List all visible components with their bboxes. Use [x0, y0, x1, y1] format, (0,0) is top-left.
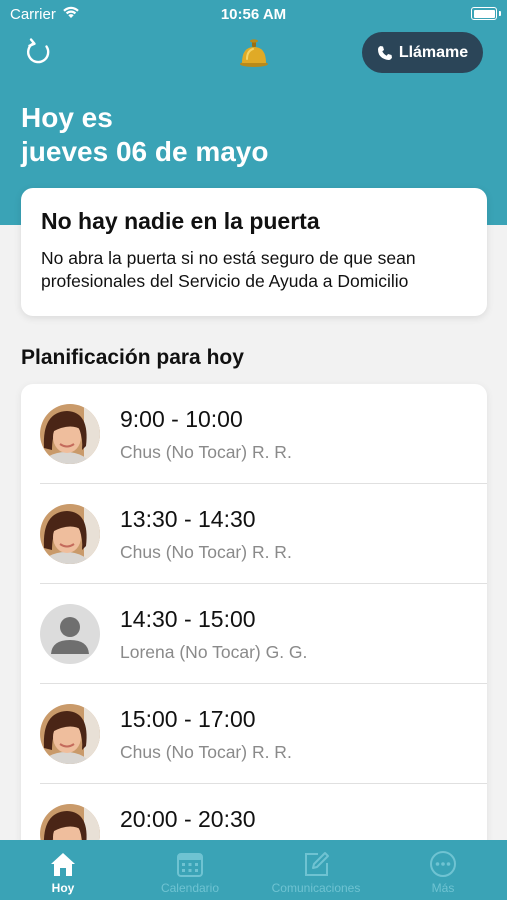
schedule-list: 9:00 - 10:00 Chus (No Tocar) R. R. 13:30… — [21, 384, 487, 854]
schedule-item[interactable]: 13:30 - 14:30 Chus (No Tocar) R. R. — [40, 484, 487, 584]
visit-time: 13:30 - 14:30 — [120, 506, 256, 532]
schedule-item[interactable]: 14:30 - 15:00 Lorena (No Tocar) G. G. — [40, 584, 487, 684]
door-status-card: No hay nadie en la puerta No abra la pue… — [21, 188, 487, 316]
tab-label: Hoy — [51, 881, 75, 895]
tab-bar: Hoy Calendario Comunicaciones Más — [0, 840, 507, 900]
caregiver-name: Chus (No Tocar) R. R. — [120, 442, 292, 462]
more-icon — [430, 851, 456, 877]
schedule-item[interactable]: 15:00 - 17:00 Chus (No Tocar) R. R. — [40, 684, 487, 784]
visit-time: 14:30 - 15:00 — [120, 606, 256, 632]
tab-hoy[interactable]: Hoy — [0, 840, 126, 900]
battery-icon — [471, 7, 501, 20]
tab-calendario[interactable]: Calendario — [127, 840, 253, 900]
caregiver-avatar — [40, 504, 100, 564]
bell-icon[interactable] — [238, 38, 270, 68]
caregiver-name: Chus (No Tocar) R. R. — [120, 742, 292, 762]
caregiver-name: Lorena (No Tocar) G. G. — [120, 642, 308, 662]
phone-icon — [377, 45, 392, 60]
default-avatar-icon — [40, 604, 100, 664]
call-me-label: Llámame — [398, 43, 469, 61]
visit-time: 9:00 - 10:00 — [120, 406, 243, 432]
date-line: jueves 06 de mayo — [21, 136, 269, 167]
caregiver-avatar — [40, 704, 100, 764]
call-me-button[interactable]: Llámame — [362, 32, 483, 73]
visit-time: 15:00 - 17:00 — [120, 706, 256, 732]
date-greeting: Hoy es jueves 06 de mayo — [21, 101, 268, 169]
visit-time: 20:00 - 20:30 — [120, 806, 256, 832]
caregiver-avatar — [40, 404, 100, 464]
caregiver-name: Chus (No Tocar) R. R. — [120, 542, 292, 562]
schedule-title: Planificación para hoy — [21, 346, 244, 369]
calendar-icon — [177, 853, 203, 877]
clock: 10:56 AM — [220, 6, 287, 23]
compose-icon — [305, 852, 329, 876]
status-bar: Carrier 10:56 AM — [0, 0, 507, 30]
tab-label: Comunicaciones — [271, 881, 361, 895]
greeting-line: Hoy es — [21, 102, 113, 133]
door-status-message: No abra la puerta si no está seguro de q… — [41, 248, 416, 291]
tab-comunicaciones[interactable]: Comunicaciones — [253, 840, 379, 900]
door-status-title: No hay nadie en la puerta — [41, 208, 320, 234]
tab-label: Más — [431, 881, 455, 895]
schedule-item[interactable]: 9:00 - 10:00 Chus (No Tocar) R. R. — [40, 384, 487, 484]
refresh-icon[interactable] — [24, 37, 54, 67]
tab-mas[interactable]: Más — [380, 840, 506, 900]
tab-label: Calendario — [160, 881, 220, 895]
home-icon — [51, 853, 75, 876]
